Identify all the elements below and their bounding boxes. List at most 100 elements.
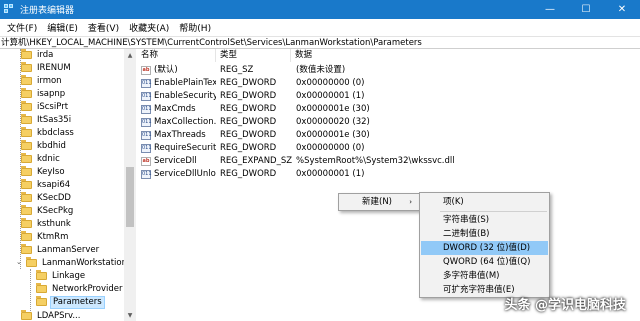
- value-data: 0x00000000 (0): [296, 78, 365, 88]
- menu-edit[interactable]: 编辑(E): [43, 21, 82, 34]
- tree-item[interactable]: kbdhid: [21, 140, 68, 152]
- folder-icon: [21, 140, 32, 150]
- value-data: 0x00000000 (0): [296, 143, 365, 153]
- folder-icon: [21, 310, 32, 320]
- binary-value-icon: 011: [141, 131, 152, 140]
- tree-item[interactable]: KSecPkg: [21, 205, 75, 217]
- string-value-icon: ab: [141, 66, 151, 75]
- tree-item[interactable]: irmon: [21, 75, 64, 87]
- value-type: REG_DWORD: [220, 117, 277, 127]
- minimize-button[interactable]: —: [532, 0, 568, 19]
- value-type: REG_DWORD: [220, 143, 277, 153]
- folder-icon: [21, 101, 32, 111]
- tree-item[interactable]: IRENUM: [21, 62, 73, 74]
- tree-item[interactable]: isapnp: [21, 88, 67, 100]
- value-name: MaxCmds: [154, 104, 196, 114]
- value-data: 0x0000001e (30): [296, 130, 370, 140]
- value-row[interactable]: 011 EnablePlainTex... REG_DWORD 0x000000…: [137, 77, 640, 90]
- string-value-icon: ab: [141, 157, 151, 166]
- folder-icon: [21, 231, 32, 241]
- tree-item[interactable]: ksthunk: [21, 218, 73, 230]
- value-name: (默认): [154, 65, 178, 75]
- folder-icon: [21, 179, 32, 189]
- value-type: REG_SZ: [220, 65, 254, 75]
- menu-item-key[interactable]: 项(K): [421, 195, 548, 209]
- close-button[interactable]: ✕: [604, 0, 640, 19]
- menu-item-qword-value[interactable]: QWORD (64 位)值(Q): [421, 255, 548, 269]
- value-type: REG_DWORD: [220, 104, 277, 114]
- column-header-type[interactable]: 类型: [216, 49, 291, 62]
- address-bar[interactable]: 计算机\HKEY_LOCAL_MACHINE\SYSTEM\CurrentCon…: [0, 36, 640, 49]
- tree-item-parameters[interactable]: Parameters: [36, 295, 105, 309]
- scroll-thumb[interactable]: [126, 167, 134, 227]
- tree-item[interactable]: kbdclass: [21, 127, 76, 139]
- watermark: 头条 @学识电脑科技: [504, 298, 626, 313]
- folder-icon: [21, 114, 32, 124]
- tree-scrollbar[interactable]: ▲ ▼: [124, 49, 136, 321]
- context-menu: 新建(N) ›: [338, 193, 420, 211]
- menu-separator: [440, 211, 547, 212]
- value-row[interactable]: 011 MaxCmds REG_DWORD 0x0000001e (30): [137, 103, 640, 116]
- binary-value-icon: 011: [141, 170, 152, 179]
- values-list[interactable]: 名称 类型 数据 ab (默认) REG_SZ (数值未设置) 011 Enab…: [137, 49, 640, 321]
- menu-item-multi-string-value[interactable]: 多字符串值(M): [421, 269, 548, 283]
- menu-view[interactable]: 查看(V): [84, 21, 123, 34]
- menu-help[interactable]: 帮助(H): [175, 21, 215, 34]
- tree-item[interactable]: ItSas35i: [21, 114, 73, 126]
- tree-item[interactable]: KSecDD: [21, 192, 73, 204]
- folder-icon: [21, 192, 32, 202]
- scroll-down-icon[interactable]: ▼: [124, 309, 136, 321]
- folder-icon: [21, 88, 32, 98]
- tree-item[interactable]: KtmRm: [21, 231, 70, 243]
- value-name: ServiceDllUnlo...: [154, 169, 216, 179]
- folder-icon: [21, 62, 32, 72]
- value-row[interactable]: 011 RequireSecurit... REG_DWORD 0x000000…: [137, 142, 640, 155]
- regedit-app-icon: [4, 4, 15, 15]
- tree-item[interactable]: LDAPSrv...: [21, 310, 82, 321]
- tree-item[interactable]: NetworkProvider: [36, 283, 125, 295]
- folder-open-icon: [26, 257, 37, 267]
- menu-file[interactable]: 文件(F): [3, 21, 41, 34]
- binary-value-icon: 011: [141, 79, 152, 88]
- value-row[interactable]: ab (默认) REG_SZ (数值未设置): [137, 64, 640, 77]
- column-header-name[interactable]: 名称: [137, 49, 216, 62]
- value-name: MaxCollection...: [154, 117, 216, 127]
- tree-item[interactable]: irda: [21, 49, 55, 61]
- folder-icon: [36, 283, 47, 293]
- window-title: 注册表编辑器: [20, 6, 75, 16]
- menu-item-new-label: 新建(N): [362, 197, 392, 207]
- value-row[interactable]: 011 MaxThreads REG_DWORD 0x0000001e (30): [137, 129, 640, 142]
- key-tree: irda IRENUM irmon isapnp iScsiPrt ItSas3…: [0, 49, 136, 321]
- tree-item[interactable]: Linkage: [36, 270, 87, 282]
- menu-favorites[interactable]: 收藏夹(A): [125, 21, 173, 34]
- value-data: %SystemRoot%\System32\wkssvc.dll: [296, 156, 455, 166]
- value-row[interactable]: ab ServiceDll REG_EXPAND_SZ %SystemRoot%…: [137, 155, 640, 168]
- value-type: REG_DWORD: [220, 130, 277, 140]
- chevron-down-icon[interactable]: ⌄: [16, 258, 22, 266]
- value-row[interactable]: 011 MaxCollection... REG_DWORD 0x0000002…: [137, 116, 640, 129]
- folder-icon: [21, 218, 32, 228]
- maximize-button[interactable]: ☐: [568, 0, 604, 19]
- tree-item[interactable]: LanmanServer: [21, 244, 101, 256]
- folder-icon: [21, 75, 32, 85]
- value-data: 0x00000001 (1): [296, 91, 365, 101]
- tree-item[interactable]: ksapi64: [21, 179, 72, 191]
- tree-item[interactable]: iScsiPrt: [21, 101, 70, 113]
- tree-item[interactable]: kdnic: [21, 153, 62, 165]
- value-data: 0x00000001 (1): [296, 169, 365, 179]
- value-type: REG_DWORD: [220, 78, 277, 88]
- value-row[interactable]: 011 EnableSecurity... REG_DWORD 0x000000…: [137, 90, 640, 103]
- menu-item-string-value[interactable]: 字符串值(S): [421, 213, 548, 227]
- value-type: REG_DWORD: [220, 169, 277, 179]
- tree-item[interactable]: KeyIso: [21, 166, 67, 178]
- menu-item-new[interactable]: 新建(N) ›: [340, 195, 418, 209]
- menu-item-binary-value[interactable]: 二进制值(B): [421, 227, 548, 241]
- menu-item-dword-value[interactable]: DWORD (32 位)值(D): [421, 241, 548, 255]
- tree-item-lanmanworkstation[interactable]: LanmanWorkstation: [26, 257, 129, 269]
- value-data: (数值未设置): [296, 65, 346, 75]
- scroll-up-icon[interactable]: ▲: [124, 49, 136, 61]
- folder-icon: [21, 127, 32, 137]
- value-name: ServiceDll: [154, 156, 197, 166]
- value-row[interactable]: 011 ServiceDllUnlo... REG_DWORD 0x000000…: [137, 168, 640, 181]
- column-header-data[interactable]: 数据: [291, 49, 491, 62]
